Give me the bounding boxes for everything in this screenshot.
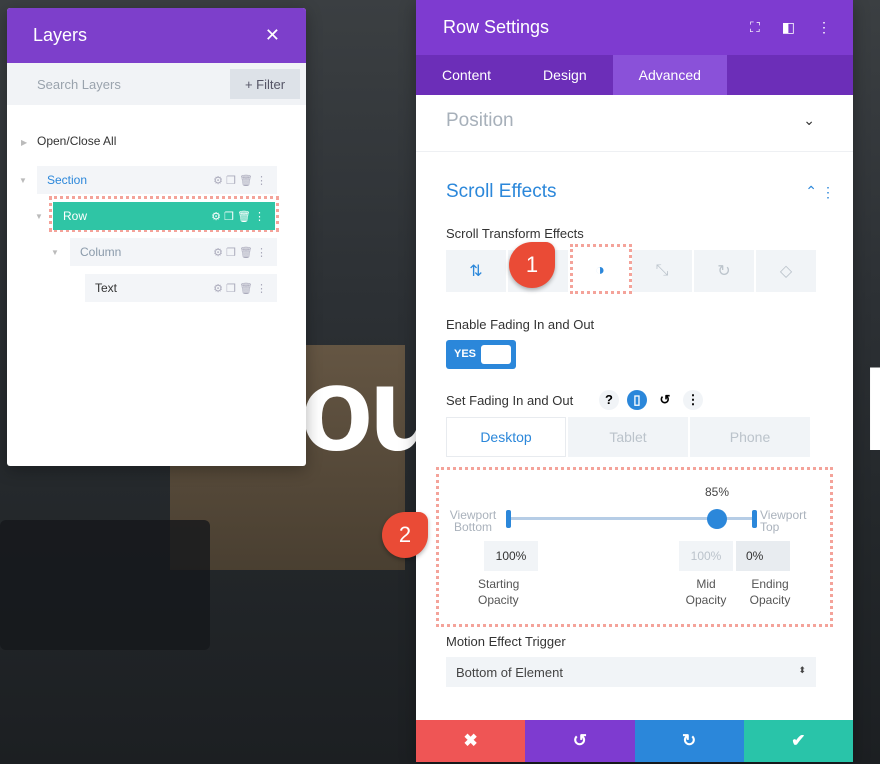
scroll-effects-section[interactable]: Scroll Effects bbox=[446, 181, 557, 203]
divider bbox=[416, 151, 853, 152]
viewport-top-label: Viewport Top bbox=[760, 508, 807, 534]
enable-fading-label: Enable Fading In and Out bbox=[446, 317, 595, 332]
settings-header: Row Settings ⛶ ◧ ⋮ bbox=[416, 0, 853, 55]
set-fading-label: Set Fading In and Out bbox=[446, 393, 574, 408]
tab-desktop[interactable]: Desktop bbox=[446, 417, 566, 457]
caret-down-icon: ▼ bbox=[35, 212, 43, 221]
search-placeholder: Search Layers bbox=[37, 76, 121, 92]
reset-icon[interactable]: ↺ bbox=[655, 390, 675, 410]
tab-phone[interactable]: Phone bbox=[690, 417, 810, 457]
motion-trigger-select[interactable]: Bottom of Element ⬍ bbox=[446, 657, 816, 687]
layers-panel: Layers ✕ Search Layers + Filter ▶ Open/C… bbox=[7, 8, 306, 466]
layer-row[interactable]: Row ⚙ ❐ 🗑 ⋮ bbox=[53, 202, 275, 230]
layer-actions-icons[interactable]: ⚙ ❐ 🗑 ⋮ bbox=[211, 210, 265, 223]
highlight-fading bbox=[570, 244, 632, 294]
search-layers-input[interactable]: Search Layers + Filter bbox=[7, 63, 306, 105]
viewport-bottom-label: Viewport Bottom bbox=[449, 508, 497, 534]
layer-column[interactable]: Column ⚙ ❐ 🗑 ⋮ bbox=[70, 238, 277, 266]
undo-button[interactable]: ↺ bbox=[525, 720, 635, 762]
mid-opacity-label: Mid Opacity bbox=[685, 577, 727, 607]
scaling-icon[interactable]: ⤡ bbox=[632, 250, 692, 292]
layer-section[interactable]: Section ⚙ ❐ 🗑 ⋮ bbox=[37, 166, 277, 194]
tab-advanced[interactable]: Advanced bbox=[612, 55, 727, 95]
annotation-badge-1: 1 bbox=[509, 242, 555, 288]
scroll-transform-label: Scroll Transform Effects bbox=[446, 226, 584, 241]
row-settings-panel: Row Settings ⛶ ◧ ⋮ Content Design Advanced… bbox=[382, 0, 853, 762]
mid-handle[interactable] bbox=[707, 509, 728, 529]
more-icon[interactable]: ⋮ bbox=[821, 184, 835, 201]
select-arrows-icon: ⬍ bbox=[798, 665, 806, 675]
motion-trigger-label: Motion Effect Trigger bbox=[446, 634, 566, 649]
end-handle[interactable] bbox=[752, 510, 757, 528]
footer-actions: ✖ ↺ ↻ ✔ bbox=[416, 720, 853, 762]
layer-actions-icons[interactable]: ⚙ ❐ 🗑 ⋮ bbox=[213, 246, 267, 259]
settings-tabs: Content Design Advanced bbox=[416, 55, 853, 95]
more-icon[interactable]: ⋮ bbox=[817, 19, 831, 36]
layer-actions-icons[interactable]: ⚙ ❐ 🗑 ⋮ bbox=[213, 282, 267, 295]
layer-actions-icons[interactable]: ⚙ ❐ 🗑 ⋮ bbox=[213, 174, 267, 187]
open-close-all[interactable]: Open/Close All bbox=[37, 134, 116, 148]
split-view-icon[interactable]: ◧ bbox=[782, 19, 795, 36]
close-icon[interactable]: ✕ bbox=[265, 25, 280, 46]
caret-down-icon: ▼ bbox=[19, 176, 27, 185]
start-handle[interactable] bbox=[506, 510, 511, 528]
fullscreen-icon[interactable]: ⛶ bbox=[750, 19, 760, 36]
blur-icon[interactable]: ◇ bbox=[756, 250, 816, 292]
ending-opacity-input[interactable]: 0% bbox=[736, 541, 790, 571]
device-tabs: Desktop Tablet Phone bbox=[446, 417, 810, 457]
tab-content[interactable]: Content bbox=[416, 55, 517, 95]
starting-opacity-input[interactable]: 100% bbox=[484, 541, 538, 571]
annotation-badge-2: 2 bbox=[382, 512, 428, 558]
chevron-down-icon[interactable]: ⌄ bbox=[803, 112, 815, 129]
mid-value: 85% bbox=[705, 485, 730, 499]
save-button[interactable]: ✔ bbox=[743, 720, 853, 762]
layer-text[interactable]: Text ⚙ ❐ 🗑 ⋮ bbox=[85, 274, 277, 302]
caret-icon: ▶ bbox=[21, 138, 28, 147]
mid-opacity-input[interactable]: 100% bbox=[679, 541, 733, 571]
settings-title: Row Settings bbox=[443, 17, 550, 37]
vertical-motion-icon[interactable]: ⇅ bbox=[446, 250, 506, 292]
select-value: Bottom of Element bbox=[456, 665, 563, 680]
help-icon[interactable]: ? bbox=[599, 390, 619, 410]
starting-opacity-label: Starting Opacity bbox=[478, 577, 520, 607]
filter-button[interactable]: + Filter bbox=[230, 69, 300, 99]
position-section[interactable]: Position bbox=[446, 110, 514, 132]
heading-fragment-right: I bbox=[862, 342, 880, 476]
ending-opacity-label: Ending Opacity bbox=[749, 577, 791, 607]
layer-label: Column bbox=[80, 245, 122, 259]
cancel-button[interactable]: ✖ bbox=[416, 720, 526, 762]
layers-header: Layers ✕ bbox=[7, 8, 306, 63]
caret-down-icon: ▼ bbox=[51, 248, 59, 257]
layer-label: Section bbox=[47, 173, 88, 187]
fading-toggle[interactable]: YES bbox=[446, 340, 516, 369]
chevron-up-icon[interactable]: ⌃ bbox=[805, 183, 817, 200]
responsive-icon[interactable]: ▯ bbox=[627, 390, 647, 410]
redo-button[interactable]: ↻ bbox=[634, 720, 744, 762]
layer-label: Row bbox=[63, 209, 88, 223]
layer-label: Text bbox=[95, 281, 118, 295]
rowing-machine bbox=[0, 520, 210, 650]
tab-tablet[interactable]: Tablet bbox=[568, 417, 688, 457]
rotating-icon[interactable]: ↻ bbox=[694, 250, 754, 292]
toggle-label: YES bbox=[454, 348, 477, 360]
tab-design[interactable]: Design bbox=[517, 55, 613, 95]
more-icon[interactable]: ⋮ bbox=[683, 390, 703, 410]
layers-title: Layers bbox=[33, 25, 88, 45]
